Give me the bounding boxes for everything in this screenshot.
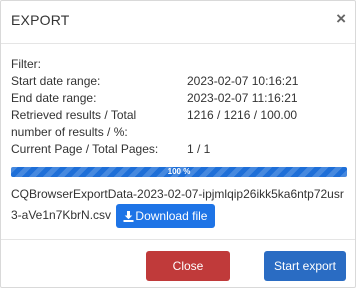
download-file-label: Download file	[135, 209, 208, 223]
start-export-button[interactable]: Start export	[264, 251, 346, 281]
results-percent-label: number of results / %:	[11, 125, 128, 139]
results-percent-row: number of results / %:	[11, 125, 347, 139]
retrieved-results-value: 1216 / 1216 / 100.00	[187, 108, 298, 122]
retrieved-results-row: Retrieved results / Total 1216 / 1216 / …	[11, 108, 347, 122]
dialog-title: EXPORT	[11, 12, 70, 28]
end-date-row: End date range: 2023-02-07 11:16:21	[11, 91, 347, 105]
export-progress-bar: 100 %	[11, 167, 347, 177]
filter-label: Filter:	[11, 57, 41, 71]
export-dialog: EXPORT × Filter: Start date range: 2023-…	[0, 0, 356, 288]
download-area: CQBrowserExportData-2023-02-07-ipjmlqip2…	[11, 184, 347, 228]
close-icon[interactable]: ×	[336, 9, 346, 29]
progress-label: 100 %	[167, 167, 191, 176]
pages-row: Current Page / Total Pages: 1 / 1	[11, 142, 347, 156]
export-info: Filter: Start date range: 2023-02-07 10:…	[11, 57, 347, 156]
pages-value: 1 / 1	[187, 142, 211, 156]
download-file-button[interactable]: Download file	[116, 204, 216, 230]
download-icon	[123, 206, 134, 230]
end-date-value: 2023-02-07 11:16:21	[187, 91, 298, 105]
dialog-header: EXPORT ×	[1, 1, 355, 44]
close-button[interactable]: Close	[146, 251, 230, 281]
start-date-label: Start date range:	[11, 74, 101, 88]
start-date-value: 2023-02-07 10:16:21	[187, 74, 299, 88]
end-date-label: End date range:	[11, 91, 97, 105]
filter-label-row: Filter:	[11, 57, 347, 71]
dialog-footer: Close Start export	[1, 239, 355, 288]
pages-label: Current Page / Total Pages:	[11, 142, 159, 156]
dialog-body: Filter: Start date range: 2023-02-07 10:…	[11, 57, 347, 228]
retrieved-results-label: Retrieved results / Total	[11, 108, 137, 122]
start-date-row: Start date range: 2023-02-07 10:16:21	[11, 74, 347, 88]
